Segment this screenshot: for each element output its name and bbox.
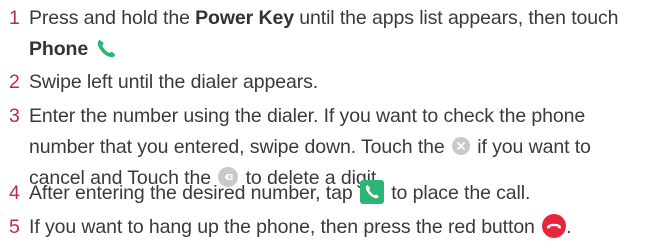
step-text-part: Enter the number using the dialer. If yo…: [29, 105, 586, 127]
step-text-part: Press and hold the: [29, 7, 196, 29]
step-5: 5 If you want to hang up the phone, then…: [9, 212, 639, 243]
step-text-part: .: [566, 216, 572, 238]
instruction-list: 1 Press and hold the Power Key until the…: [0, 0, 645, 249]
step-1: 1 Press and hold the Power Key until the…: [9, 3, 639, 65]
step-text-part: to place the call.: [385, 182, 531, 204]
step-text: Swipe left until the dialer appears.: [29, 71, 319, 93]
step-number: 1: [9, 7, 20, 29]
step-text-part: If you want to hang up the phone, then p…: [29, 216, 541, 238]
clear-circle-icon: [451, 136, 470, 155]
phone-handset-icon: [98, 39, 116, 58]
step-text: Press and hold the Power Key until the a…: [29, 3, 639, 65]
step-text-part: number that you entered, swipe down. Tou…: [29, 136, 450, 158]
phone-label: Phone: [29, 38, 89, 60]
step-number: 2: [9, 71, 20, 93]
step-number: 3: [9, 105, 20, 127]
step-text: If you want to hang up the phone, then p…: [29, 212, 639, 243]
power-key-label: Power Key: [195, 7, 294, 29]
step-2: 2 Swipe left until the dialer appears.: [9, 67, 639, 98]
call-button-icon: [359, 179, 384, 204]
step-text-part: After entering the desired number, tap: [29, 182, 358, 204]
end-call-icon: [542, 213, 567, 238]
step-text-part: until the apps list appears, then touch: [293, 7, 619, 29]
step-text: After entering the desired number, tap t…: [29, 178, 639, 209]
step-text-part: if you want to: [471, 136, 591, 158]
step-number: 4: [9, 182, 20, 204]
step-number: 5: [9, 216, 20, 238]
step-4: 4 After entering the desired number, tap…: [9, 178, 639, 209]
